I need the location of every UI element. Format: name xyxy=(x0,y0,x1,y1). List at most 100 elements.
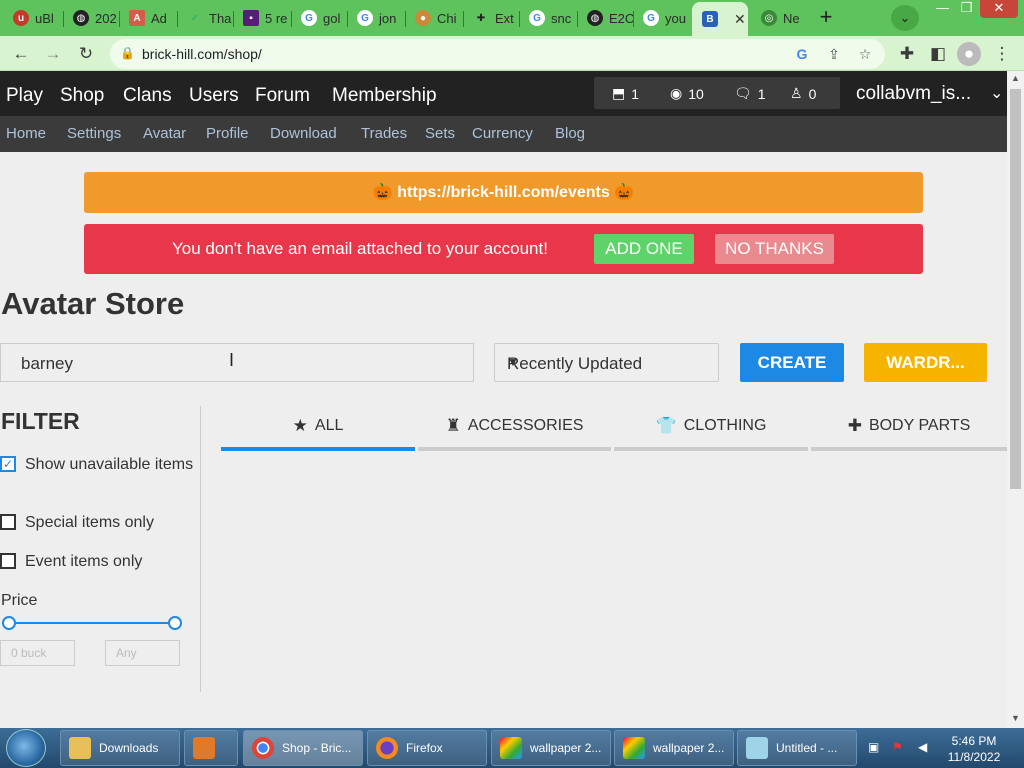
nav-forum[interactable]: Forum xyxy=(255,85,310,107)
nav-settings[interactable]: Settings xyxy=(67,125,121,142)
reload-icon[interactable]: ↻ xyxy=(74,42,98,66)
nav-shop[interactable]: Shop xyxy=(60,85,104,107)
system-clock[interactable]: 5:46 PM 11/8/2022 xyxy=(940,733,1008,765)
nav-currency[interactable]: Currency xyxy=(472,125,533,142)
tab-underline xyxy=(614,447,808,451)
volume-icon[interactable]: ◀ xyxy=(918,740,927,754)
share-icon[interactable]: ⇪ xyxy=(824,44,844,64)
price-slider-max-handle[interactable] xyxy=(168,616,182,630)
scroll-down-icon[interactable]: ▼ xyxy=(1011,713,1020,723)
nav-users[interactable]: Users xyxy=(189,85,239,107)
close-tab-icon[interactable]: ✕ xyxy=(734,11,746,28)
nav-download[interactable]: Download xyxy=(270,125,337,142)
show-unavailable-label[interactable]: Show unavailable items xyxy=(25,455,195,474)
browser-tab[interactable]: ◍ E2C xyxy=(578,4,634,32)
tab-title: Ext xyxy=(495,10,514,26)
browser-tab[interactable]: ✓ Tha xyxy=(178,4,234,32)
browser-tab[interactable]: G you xyxy=(634,4,692,32)
lock-icon[interactable]: 🔒 xyxy=(120,46,135,60)
nav-blog[interactable]: Blog xyxy=(555,125,585,142)
chevron-down-icon[interactable]: ⌄ xyxy=(990,83,1003,103)
browser-tab[interactable]: A Ad xyxy=(120,4,178,32)
close-window-icon[interactable]: ✕ xyxy=(980,0,1018,18)
bucks-stat[interactable]: ◉ 10 xyxy=(670,85,704,102)
extensions-puzzle-icon[interactable]: ✚ xyxy=(895,42,919,66)
nav-play[interactable]: Play xyxy=(6,85,43,107)
nav-clans[interactable]: Clans xyxy=(123,85,172,107)
price-slider-min-handle[interactable] xyxy=(2,616,16,630)
address-bar[interactable]: 🔒 brick-hill.com/shop/ G ⇪ ☆ xyxy=(110,39,885,69)
wardrobe-button[interactable]: WARDR... xyxy=(864,343,987,382)
currency-stats: ⬒ 1 ◉ 10 🗨 1 ♙ 0 xyxy=(594,77,840,109)
start-orb-icon[interactable] xyxy=(6,729,46,767)
price-min-input[interactable]: 0 buck xyxy=(0,640,75,666)
event-items-checkbox[interactable] xyxy=(0,553,16,569)
page-scrollbar[interactable]: ▲ ▼ xyxy=(1007,71,1024,728)
browser-tab[interactable]: ● Chi xyxy=(406,4,464,32)
search-input[interactable]: barney xyxy=(0,343,474,382)
bookmark-star-icon[interactable]: ☆ xyxy=(855,44,875,64)
email-alert-text: You don't have an email attached to your… xyxy=(172,239,548,258)
browser-tab[interactable]: G gol xyxy=(292,4,348,32)
taskbar-item-paint-2[interactable]: wallpaper 2... xyxy=(614,730,734,766)
special-items-checkbox[interactable] xyxy=(0,514,16,530)
site-secondary-nav: Home Settings Avatar Profile Download Tr… xyxy=(0,116,1007,152)
browser-tab[interactable]: ✚ Ext xyxy=(464,4,520,32)
tab-clothing[interactable]: 👕 CLOTHING xyxy=(614,416,808,436)
menu-kebab-icon[interactable]: ⋮ xyxy=(990,42,1014,66)
scrollbar-thumb[interactable] xyxy=(1010,89,1021,489)
scroll-up-icon[interactable]: ▲ xyxy=(1011,73,1020,83)
globe-icon: ◍ xyxy=(73,10,89,26)
nav-sets[interactable]: Sets xyxy=(425,125,455,142)
tab-search-chevron-icon[interactable]: ⌄ xyxy=(891,5,919,31)
nav-trades[interactable]: Trades xyxy=(361,125,407,142)
browser-tab-active[interactable]: B ✕ xyxy=(692,2,748,36)
friends-stat[interactable]: ♙ 0 xyxy=(790,85,816,102)
event-items-label[interactable]: Event items only xyxy=(25,552,142,571)
add-email-button[interactable]: ADD ONE xyxy=(594,234,694,264)
browser-tab[interactable]: ▪ 5 re xyxy=(234,4,292,32)
events-banner[interactable]: 🎃 https://brick-hill.com/events 🎃 xyxy=(84,172,923,213)
browser-tab[interactable]: G snc xyxy=(520,4,578,32)
browser-tab[interactable]: u uBl xyxy=(4,4,64,32)
sort-select[interactable]: Recently Updated ▼ xyxy=(494,343,719,382)
side-panel-icon[interactable]: ◧ xyxy=(926,42,950,66)
browser-tab[interactable]: ◎ Ne xyxy=(752,4,808,32)
profile-avatar-icon[interactable]: ● xyxy=(957,42,981,66)
taskbar-item-downloads[interactable]: Downloads xyxy=(60,730,180,766)
create-button[interactable]: CREATE xyxy=(740,343,844,382)
tab-label: BODY PARTS xyxy=(868,417,971,434)
action-center-flag-icon[interactable]: ⚑ xyxy=(892,740,903,754)
special-items-label[interactable]: Special items only xyxy=(25,513,154,532)
tab-accessories[interactable]: ♜ ACCESSORIES xyxy=(418,416,611,436)
restore-window-icon[interactable]: ❐ xyxy=(950,0,983,18)
network-icon[interactable]: ▣ xyxy=(868,740,879,754)
back-arrow-icon[interactable]: ← xyxy=(9,42,33,66)
forward-arrow-icon[interactable]: → xyxy=(41,42,65,66)
nav-home[interactable]: Home xyxy=(6,125,46,142)
browser-tab[interactable]: ◍ 202 xyxy=(64,4,120,32)
new-tab-button[interactable]: + xyxy=(812,5,840,31)
nav-avatar[interactable]: Avatar xyxy=(143,125,186,142)
bricks-stat[interactable]: ⬒ 1 xyxy=(612,85,639,102)
taskbar-item-paint-1[interactable]: wallpaper 2... xyxy=(491,730,611,766)
price-slider-track[interactable] xyxy=(9,622,175,624)
taskbar-item-firefox[interactable]: Firefox xyxy=(367,730,487,766)
tab-body-parts[interactable]: ✚ BODY PARTS xyxy=(811,416,1007,436)
messages-stat[interactable]: 🗨 1 xyxy=(734,85,766,102)
price-max-input[interactable]: Any xyxy=(105,640,180,666)
dismiss-email-button[interactable]: NO THANKS xyxy=(715,234,834,264)
browser-tab[interactable]: G jon xyxy=(348,4,406,32)
taskbar-item-media-player[interactable] xyxy=(184,730,238,766)
google-lens-icon[interactable]: G xyxy=(792,44,812,64)
show-unavailable-checkbox[interactable]: ✓ xyxy=(0,456,16,472)
taskbar-item-notepad[interactable]: Untitled - ... xyxy=(737,730,857,766)
price-label: Price xyxy=(1,592,38,609)
tab-all[interactable]: ★ ALL xyxy=(221,416,415,436)
taskbar-item-chrome[interactable]: Shop - Bric... xyxy=(243,730,363,766)
nav-profile[interactable]: Profile xyxy=(206,125,249,142)
url-text[interactable]: brick-hill.com/shop/ xyxy=(142,46,262,62)
browser-tab-strip: u uBl ◍ 202 A Ad ✓ Tha ▪ 5 re G gol G jo… xyxy=(0,0,1024,36)
username-menu[interactable]: collabvm_is... xyxy=(856,83,971,105)
nav-membership[interactable]: Membership xyxy=(332,85,437,107)
